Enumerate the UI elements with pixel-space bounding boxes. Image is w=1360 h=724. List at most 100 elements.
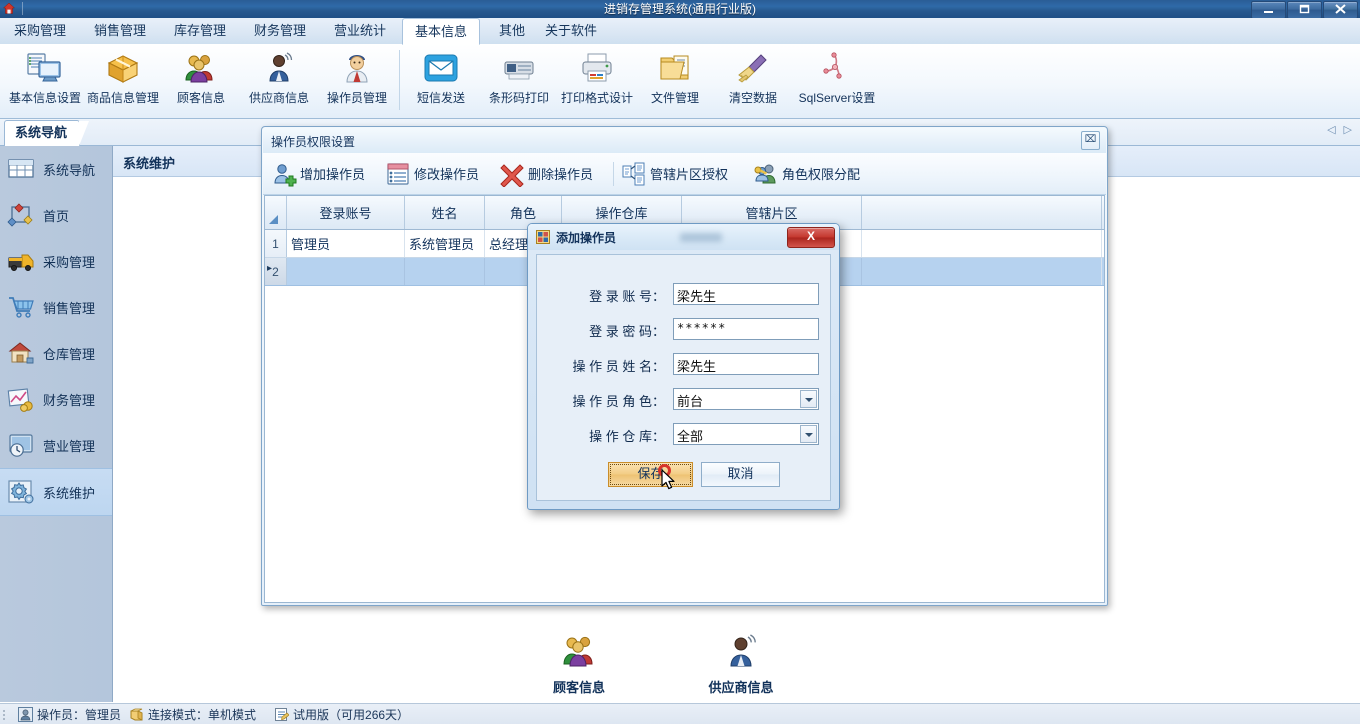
status-bar: 操作员：管理员 连接模式：单机模式 试用版（可用266天） — [0, 703, 1360, 724]
gear-icon — [6, 477, 36, 507]
customers-icon — [180, 50, 222, 86]
menu-tab-about[interactable]: 关于软件 — [533, 18, 609, 44]
cancel-button[interactable]: 取消 — [701, 462, 780, 487]
sidebar-item-system-maintenance[interactable]: 系统维护 — [0, 468, 112, 516]
toolbar-label: 角色权限分配 — [782, 167, 861, 182]
menu-tab-inventory[interactable]: 库存管理 — [162, 18, 238, 44]
grid-column-login-account[interactable]: 登录账号 — [287, 196, 405, 229]
mdi-toolbar: 增加操作员 修改操作员 删除操作员 管辖片区授权 角色权限分配 — [263, 153, 1106, 195]
desktop-icon-customer-info[interactable]: 顾客信息 — [524, 632, 634, 696]
edit-operator-button[interactable]: 修改操作员 — [385, 158, 479, 189]
barcode-printer-icon — [498, 50, 540, 86]
ribbon-label: 操作员管理 — [326, 91, 387, 105]
delete-operator-button[interactable]: 删除操作员 — [499, 158, 593, 189]
chevron-down-icon[interactable] — [800, 425, 817, 443]
sidebar-item-label: 销售管理 — [43, 300, 96, 316]
ribbon-label: SqlServer设置 — [798, 91, 876, 105]
sidebar-item-label: 营业管理 — [43, 438, 96, 454]
ribbon-toolbar: 基本信息设置 商品信息管理 顾客信息 供应商信息 操作员管理 短信发送 条形码打… — [0, 44, 1360, 119]
operator-name-label: 操 作 员 姓 名： — [572, 359, 665, 374]
maximize-button[interactable] — [1287, 1, 1322, 19]
ribbon-button-clear-data[interactable]: 清空数据 — [714, 46, 792, 118]
sidebar-item-business[interactable]: 营业管理 — [0, 422, 112, 468]
ribbon-button-sqlserver-settings[interactable]: SqlServer设置 — [792, 46, 882, 118]
nav-scroll-arrows: ◁ ▷ — [1327, 123, 1352, 136]
scroll-right-icon[interactable]: ▷ — [1344, 123, 1352, 136]
toolbar-separator — [613, 162, 614, 186]
tab-system-navigation[interactable]: 系统导航 — [4, 120, 90, 146]
ribbon-button-operator-manage[interactable]: 操作员管理 — [318, 46, 396, 118]
mdi-close-button[interactable]: ⌧ — [1081, 131, 1100, 150]
folder-icon — [654, 50, 696, 86]
toolbar-label: 管辖片区授权 — [650, 167, 729, 182]
sidebar-item-label: 系统导航 — [43, 162, 96, 178]
status-operator-label: 操作员：管理员 — [37, 708, 122, 722]
menu-tab-statistics[interactable]: 营业统计 — [322, 18, 398, 44]
menu-tab-purchase[interactable]: 采购管理 — [2, 18, 78, 44]
assign-area-icon — [621, 161, 647, 187]
chevron-down-icon[interactable] — [800, 390, 817, 408]
sidebar-item-system-navigation[interactable]: 系统导航 — [0, 146, 112, 192]
sidebar-item-warehouse[interactable]: 仓库管理 — [0, 330, 112, 376]
login-account-input[interactable]: 梁先生 — [673, 283, 819, 305]
minimize-button[interactable] — [1251, 1, 1286, 19]
customers-icon — [557, 632, 601, 672]
operator-name-input[interactable]: 梁先生 — [673, 353, 819, 375]
ribbon-button-barcode-print[interactable]: 条形码打印 — [480, 46, 558, 118]
chart-money-icon — [6, 384, 36, 414]
login-password-input[interactable]: ****** — [673, 318, 819, 340]
ribbon-label: 条形码打印 — [488, 91, 549, 105]
dialog-close-button[interactable]: X — [787, 227, 835, 248]
ribbon-button-sms-send[interactable]: 短信发送 — [402, 46, 480, 118]
supplier-person-icon — [719, 632, 763, 672]
ribbon-button-file-manage[interactable]: 文件管理 — [636, 46, 714, 118]
role-key-icon — [753, 161, 779, 187]
menu-tab-basic-info[interactable]: 基本信息 — [402, 18, 481, 45]
grid-select-all-corner[interactable] — [265, 196, 287, 229]
status-connection-label: 连接模式：单机模式 — [148, 708, 257, 722]
application-window: 进销存管理系统(通用行业版) 采购管理 销售管理 库存管理 财务管理 营业统计 — [0, 0, 1360, 724]
operator-role-select[interactable]: 前台 — [673, 388, 819, 410]
delete-x-icon — [499, 161, 525, 188]
sidebar-item-home[interactable]: 首页 — [0, 192, 112, 238]
operator-warehouse-select[interactable]: 全部 — [673, 423, 819, 445]
ribbon-button-print-format[interactable]: 打印格式设计 — [558, 46, 636, 118]
sidebar-item-sales[interactable]: 销售管理 — [0, 284, 112, 330]
assign-area-button[interactable]: 管辖片区授权 — [621, 158, 728, 189]
menu-tab-sales[interactable]: 销售管理 — [82, 18, 158, 44]
cell-filler — [862, 230, 1102, 257]
dialog-title-blurred-text — [680, 233, 722, 242]
menu-tab-other[interactable]: 其他 — [487, 18, 537, 44]
ribbon-label: 供应商信息 — [248, 91, 309, 105]
desktop-icon-supplier-info[interactable]: 供应商信息 — [686, 632, 796, 696]
ribbon-label: 清空数据 — [728, 91, 777, 105]
ribbon-button-basic-info-settings[interactable]: 基本信息设置 — [6, 46, 84, 118]
supplier-person-icon — [258, 50, 300, 86]
sidebar-item-finance[interactable]: 财务管理 — [0, 376, 112, 422]
menu-tab-finance[interactable]: 财务管理 — [242, 18, 318, 44]
close-button[interactable] — [1323, 1, 1358, 19]
scroll-left-icon[interactable]: ◁ — [1327, 123, 1335, 136]
ribbon-button-supplier-info[interactable]: 供应商信息 — [240, 46, 318, 118]
status-grip-icon — [2, 708, 10, 722]
login-account-label: 登 录 账 号： — [589, 289, 665, 304]
ribbon-button-customer-info[interactable]: 顾客信息 — [162, 46, 240, 118]
role-permission-button[interactable]: 角色权限分配 — [753, 158, 860, 189]
add-user-icon — [271, 161, 297, 187]
save-button[interactable]: 保存 — [608, 462, 693, 487]
ribbon-group-basic: 基本信息设置 商品信息管理 顾客信息 供应商信息 操作员管理 — [6, 46, 396, 116]
sqlserver-icon — [816, 50, 858, 86]
ribbon-group-tools: 短信发送 条形码打印 打印格式设计 文件管理 清空数据 SqlServer设置 — [402, 46, 882, 116]
grid-column-name[interactable]: 姓名 — [405, 196, 485, 229]
ribbon-label: 基本信息设置 — [8, 91, 81, 105]
ribbon-label: 顾客信息 — [176, 91, 225, 105]
sidebar-item-purchase[interactable]: 采购管理 — [0, 238, 112, 284]
cell-filler — [862, 258, 1102, 285]
sidebar-item-label: 系统维护 — [43, 485, 96, 501]
add-operator-dialog: 添加操作员 X 登 录 账 号： 梁先生 登 录 密 码： ****** 操 作… — [527, 223, 840, 510]
status-license: 试用版（可用266天） — [274, 706, 409, 723]
window-title: 进销存管理系统(通用行业版) — [604, 2, 756, 16]
ribbon-button-product-info[interactable]: 商品信息管理 — [84, 46, 162, 118]
add-operator-button[interactable]: 增加操作员 — [271, 158, 365, 189]
click-indicator — [658, 464, 671, 477]
